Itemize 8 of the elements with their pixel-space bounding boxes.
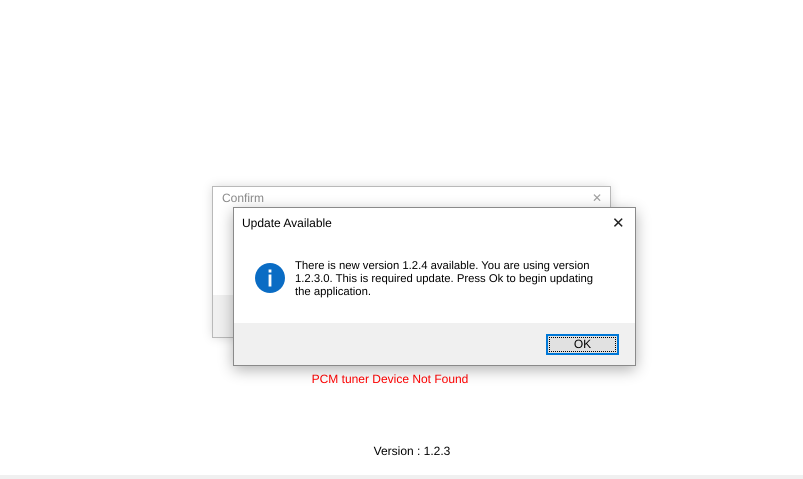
window-title: Confirm xyxy=(222,191,264,205)
version-text: Version : 1.2.3 xyxy=(374,444,450,458)
message-text: There is new version 1.2.4 available. You are using version 1.2.3.0. This is required update. Press Ok to begin updating the application. xyxy=(295,260,594,299)
close-button[interactable]: ✕ xyxy=(610,214,627,232)
ok-button[interactable]: OK xyxy=(546,334,619,354)
info-icon xyxy=(255,263,285,293)
error-text: PCM tuner Device Not Found xyxy=(312,372,468,386)
window-title: Update Available xyxy=(242,216,332,230)
